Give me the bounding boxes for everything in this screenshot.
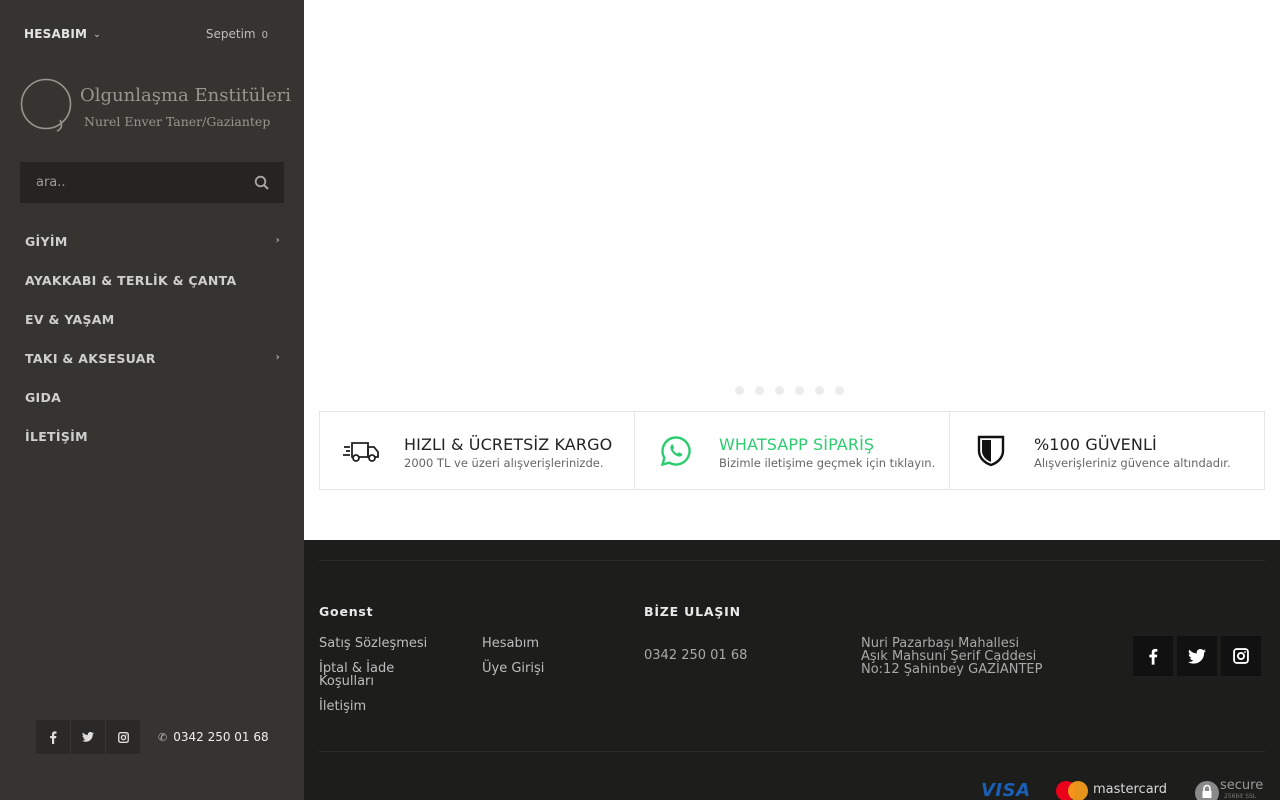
facebook-icon — [50, 730, 57, 744]
delivery-truck-icon — [342, 432, 380, 470]
sidebar: HESABIM ⌄ Sepetim 0 Olgunlaşma Enstitüleri… — [0, 0, 304, 800]
site-logo[interactable]: Olgunlaşma Enstitüleri Nurel Enver Taner… — [20, 78, 292, 134]
menu-item-iletisim[interactable]: İLETİŞİM — [0, 417, 304, 456]
footer-twitter-button[interactable] — [1177, 636, 1217, 676]
slider-pagination — [735, 386, 855, 396]
whatsapp-icon — [657, 432, 695, 470]
visa-label: VISA — [981, 780, 1031, 800]
menu-item-label: GIDA — [25, 390, 62, 405]
menu-item-ayakkabi[interactable]: AYAKKABI & TERLİK & ÇANTA — [0, 261, 304, 300]
logo-mark-icon — [20, 78, 72, 132]
cart-count: 0 — [261, 30, 268, 41]
sidebar-footer: ✆ 0342 250 01 68 — [36, 720, 286, 754]
sidebar-phone[interactable]: ✆ 0342 250 01 68 — [158, 730, 269, 744]
secure-ssl-badge: secure 256bit SSL — [1194, 778, 1274, 800]
footer-facebook-button[interactable] — [1133, 636, 1173, 676]
footer-instagram-button[interactable] — [1221, 636, 1261, 676]
feature-strip: HIZLI & ÜCRETSİZ KARGO 2000 TL ve üzeri … — [319, 411, 1265, 490]
slider-dot[interactable] — [835, 386, 844, 395]
instagram-button[interactable] — [106, 720, 140, 754]
category-menu: GİYİM › AYAKKABI & TERLİK & ÇANTA EV & YA… — [0, 222, 304, 456]
main-content: HIZLI & ÜCRETSİZ KARGO 2000 TL ve üzeri … — [304, 0, 1280, 540]
footer-address-line: No:12 Şahinbey GAZİANTEP — [861, 662, 1043, 677]
twitter-icon — [1188, 648, 1206, 664]
shield-icon — [972, 432, 1010, 470]
chevron-right-icon: › — [275, 352, 280, 363]
feature-desc: Bizimle iletişime geçmek için tıklayın. — [719, 456, 936, 470]
feature-shipping: HIZLI & ÜCRETSİZ KARGO 2000 TL ve üzeri … — [320, 412, 635, 489]
menu-item-taki[interactable]: TAKI & AKSESUAR › — [0, 339, 304, 378]
sidebar-topbar: HESABIM ⌄ Sepetim 0 — [24, 24, 268, 46]
chevron-right-icon: › — [275, 235, 280, 246]
feature-desc: 2000 TL ve üzeri alışverişlerinizde. — [404, 456, 604, 470]
menu-item-label: AYAKKABI & TERLİK & ÇANTA — [25, 273, 237, 288]
menu-item-gida[interactable]: GIDA — [0, 378, 304, 417]
logo-subtitle: Nurel Enver Taner/Gaziantep — [84, 114, 271, 129]
slider-dot[interactable] — [815, 386, 824, 395]
menu-item-label: EV & YAŞAM — [25, 312, 115, 327]
phone-icon: ✆ — [158, 731, 168, 744]
search-input[interactable] — [20, 162, 240, 203]
account-menu[interactable]: HESABIM ⌄ — [24, 27, 101, 41]
search-box — [20, 162, 284, 203]
facebook-icon — [1149, 648, 1158, 665]
feature-secure: %100 GÜVENLİ Alışverişleriniz güvence al… — [950, 412, 1264, 489]
instagram-icon — [117, 731, 129, 743]
footer-phone[interactable]: 0342 250 01 68 — [644, 649, 747, 662]
cart-link[interactable]: Sepetim 0 — [206, 27, 268, 41]
mastercard-icon — [1056, 781, 1088, 800]
visa-logo: VISA — [981, 780, 1031, 800]
footer-link-contact[interactable]: İletişim — [319, 700, 366, 713]
mastercard-label: mastercard — [1093, 782, 1168, 797]
feature-desc: Alışverişleriniz güvence altındadır. — [1034, 456, 1231, 470]
menu-item-label: İLETİŞİM — [25, 429, 88, 444]
menu-item-label: GİYİM — [25, 234, 68, 249]
feature-whatsapp[interactable]: WHATSAPP SİPARİŞ Bizimle iletişime geçme… — [635, 412, 950, 489]
menu-item-label: TAKI & AKSESUAR — [25, 351, 156, 366]
account-label: HESABIM — [24, 27, 88, 41]
instagram-icon — [1233, 648, 1249, 664]
slider-dot[interactable] — [735, 386, 744, 395]
slider-dot[interactable] — [795, 386, 804, 395]
feature-title: HIZLI & ÜCRETSİZ KARGO — [404, 435, 613, 454]
menu-item-ev-yasam[interactable]: EV & YAŞAM — [0, 300, 304, 339]
footer-brand-heading: Goenst — [319, 604, 374, 619]
menu-item-giyim[interactable]: GİYİM › — [0, 222, 304, 261]
logo-title: Olgunlaşma Enstitüleri — [80, 85, 292, 106]
search-icon[interactable] — [254, 175, 270, 191]
slider-dot[interactable] — [755, 386, 764, 395]
chevron-down-icon: ⌄ — [93, 30, 101, 40]
twitter-icon — [82, 732, 94, 742]
cart-label: Sepetim — [205, 27, 256, 41]
secure-label: secure — [1220, 778, 1264, 793]
footer-contact-heading: BİZE ULAŞIN — [644, 604, 741, 619]
feature-title: WHATSAPP SİPARİŞ — [719, 435, 875, 454]
feature-title: %100 GÜVENLİ — [1034, 435, 1157, 454]
footer-divider — [319, 751, 1265, 752]
footer-link-returns[interactable]: İptal & İade Koşulları — [319, 662, 439, 688]
sidebar-phone-number: 0342 250 01 68 — [173, 730, 269, 744]
lock-icon — [1195, 781, 1219, 800]
twitter-button[interactable] — [71, 720, 105, 754]
footer-divider — [319, 560, 1265, 561]
slider-dot[interactable] — [775, 386, 784, 395]
footer-link-account[interactable]: Hesabım — [482, 637, 539, 650]
mastercard-logo: mastercard — [1055, 780, 1175, 800]
facebook-button[interactable] — [36, 720, 70, 754]
footer-link-login[interactable]: Üye Girişi — [482, 662, 544, 675]
secure-sublabel: 256bit SSL — [1224, 793, 1257, 800]
site-footer: Goenst Satış Sözleşmesi İptal & İade Koş… — [304, 540, 1280, 800]
footer-link-sales-agreement[interactable]: Satış Sözleşmesi — [319, 637, 427, 650]
